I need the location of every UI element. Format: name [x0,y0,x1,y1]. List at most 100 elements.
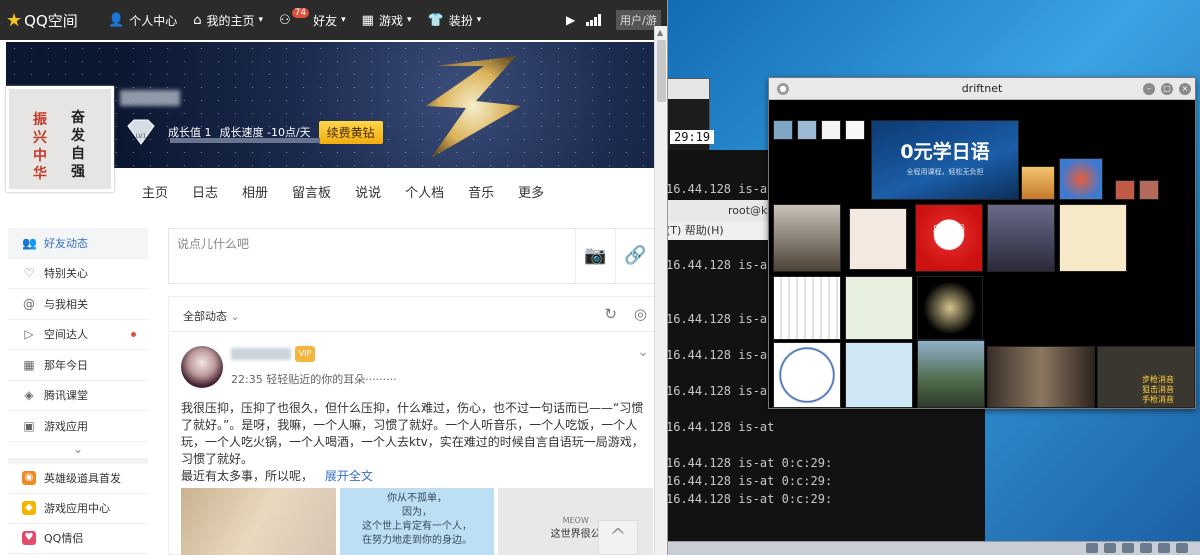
status-post-box[interactable]: 说点儿什么吧 📷 🔗 [168,228,656,284]
driftnet-title: driftnet [961,82,1003,95]
driftnet-window[interactable]: ● driftnet – □ × 0元学日语 全程用课程，轻松无负担 广电总局 … [768,77,1196,409]
post-body: 我很压抑，压抑了也很久，但什么压抑，什么难过，伤心，也不过一句话而已——“习惯了… [181,401,644,466]
feed-filter-dropdown[interactable]: 全部动态 ⌄ [183,308,240,324]
avatar-calligraphy: 奋发自强 [71,110,85,180]
post-photo[interactable] [181,488,336,555]
image-tile[interactable] [849,208,907,270]
tab-album[interactable]: 相册 [230,172,280,211]
image-tile[interactable] [1059,158,1103,200]
tab-profile[interactable]: 个人档 [393,172,456,211]
image-tile[interactable] [821,120,841,140]
scroll-up-icon[interactable]: ▲ [657,28,663,37]
scrollbar-thumb[interactable] [657,40,666,102]
attachment-icon[interactable]: 🔗 [615,229,655,283]
minimize-icon[interactable]: – [1143,83,1155,95]
vip-badge-icon[interactable]: VIP [295,346,315,362]
tab-shuoshuo[interactable]: 说说 [343,172,393,211]
image-tile[interactable] [797,120,817,140]
nav-dressup[interactable]: 👕 装扮 ▾ [428,12,482,29]
settings-icon[interactable]: ◎ [634,305,647,323]
post-photo[interactable]: 你从不孤单， 因为， 这个世上肯定有一个人， 在努力地走到你的身边。 [339,488,495,555]
nav-label: 个人中心 [129,13,178,28]
image-tile-badge[interactable]: 广电总局 [915,204,983,272]
growth-progress-bar [170,138,320,143]
sidebar-expand-button[interactable]: ⌄ [8,442,148,464]
sidebar-app-couple[interactable]: ♥ QQ情侣 [8,524,148,554]
tray-window-icon[interactable] [1104,543,1116,553]
tab-music[interactable]: 音乐 [456,172,506,211]
image-tile[interactable] [1115,180,1135,200]
terminal-line: 16.44.128 is-at 0:c:29: [666,456,833,470]
japanese-ad-title: 0元学日语 [900,141,990,163]
image-tile-japanese-ad[interactable]: 0元学日语 全程用课程，轻松无负担 [871,120,1019,200]
nav-friends[interactable]: ⚇ 74 好友 ▾ [279,8,346,29]
page-scrollbar[interactable]: ▲ [654,26,667,555]
image-tile[interactable] [773,276,841,340]
tray-folder-icon[interactable] [1122,543,1134,553]
sidebar-item-on-this-day[interactable]: ▦ 那年今日 [8,350,148,381]
qzone-logo[interactable]: ★ QQ空间 [0,10,92,31]
nav-personal-center[interactable]: 👤 个人中心 [108,12,177,29]
image-tile[interactable] [987,204,1055,272]
avatar-image: 振兴中华 奋发自强 [9,89,111,189]
post-body-last: 最近有太多事，所以呢， [181,469,314,483]
tab-more[interactable]: 更多 [506,172,556,211]
image-tile[interactable] [987,346,1095,408]
sidebar-app-hero[interactable]: ◉ 英雄级道具首发 [8,464,148,494]
logo-text: QQ空间 [24,11,78,30]
tab-blog[interactable]: 日志 [180,172,230,211]
maximize-icon[interactable]: □ [1161,83,1173,95]
play-icon[interactable]: ▶ [566,13,575,27]
tray-battery-icon[interactable] [1176,543,1188,553]
image-tile[interactable] [1021,166,1055,200]
top-nav: ★ QQ空间 👤 个人中心 ⌂ 我的主页 ▾ ⚇ 74 好友 ▾ ▦ 游戏 ▾ … [0,0,667,40]
back-to-top-button[interactable]: ^ [598,520,638,555]
refresh-icon[interactable]: ↻ [604,305,617,323]
photo-caption: 你从不孤单， 因为， 这个世上肯定有一个人， 在努力地走到你的身边。 [362,493,472,546]
image-tile[interactable] [1139,180,1159,200]
post-avatar[interactable] [181,346,223,388]
sidebar-item-space-expert[interactable]: ▷ 空间达人 [8,320,148,350]
sidebar-item-tencent-classroom[interactable]: ◈ 腾讯课堂 [8,381,148,411]
taskbar [640,541,1200,555]
heart-icon: ♡ [23,266,35,281]
camera-icon[interactable]: 📷 [575,229,615,283]
image-tile[interactable] [845,276,913,340]
tab-home[interactable]: 主页 [130,172,180,211]
post-author-blurred[interactable] [231,348,291,360]
sidebar-item-game-apps[interactable]: ▣ 游戏应用 [8,411,148,442]
sidebar-item-label: QQ情侣 [44,532,84,545]
window-menu-icon[interactable]: ● [777,83,789,95]
tab-message-board[interactable]: 留言板 [280,172,343,211]
nav-my-home[interactable]: ⌂ 我的主页 ▾ [193,12,263,29]
renew-yellow-diamond-button[interactable]: 续费黄钻 [318,120,383,144]
sidebar-item-label: 游戏应用 [44,419,88,433]
image-tile[interactable] [773,120,793,140]
chevron-down-icon[interactable]: ⌄ [637,344,649,360]
terminal-line: 16.44.128 is-at [666,420,775,434]
driftnet-titlebar[interactable]: ● driftnet – □ × [769,78,1195,100]
image-tile[interactable] [917,276,983,340]
image-tile-person[interactable] [773,204,841,272]
feed-header: 全部动态 ⌄ ↻ ◎ [168,296,656,332]
hero-icon: ◉ [22,471,36,485]
sidebar-item-friends-feed[interactable]: 👥 好友动态 [8,228,148,259]
expand-full-text-link[interactable]: 展开全文 [325,469,373,483]
nav-games[interactable]: ▦ 游戏 ▾ [362,12,412,29]
image-tile-anime[interactable] [1059,204,1127,272]
image-tile-meme[interactable]: 步枪消音 狙击消音 手枪消音 [1097,346,1195,408]
image-tile-seal[interactable] [773,342,841,408]
image-tile[interactable] [845,120,865,140]
sidebar-item-special-care[interactable]: ♡ 特别关心 [8,259,148,289]
tray-network-icon[interactable] [1086,543,1098,553]
tray-display-icon[interactable] [1140,543,1152,553]
sidebar-item-related[interactable]: @ 与我相关 [8,289,148,320]
play-circle-icon: ▷ [24,327,34,342]
close-icon[interactable]: × [1179,83,1191,95]
signal-bars-icon[interactable] [586,14,601,26]
profile-avatar[interactable]: 振兴中华 奋发自强 [6,86,114,192]
tray-volume-icon[interactable] [1158,543,1170,553]
sidebar-app-center[interactable]: ◆ 游戏应用中心 [8,494,148,524]
image-tile[interactable] [845,342,913,408]
image-tile[interactable] [917,340,985,408]
